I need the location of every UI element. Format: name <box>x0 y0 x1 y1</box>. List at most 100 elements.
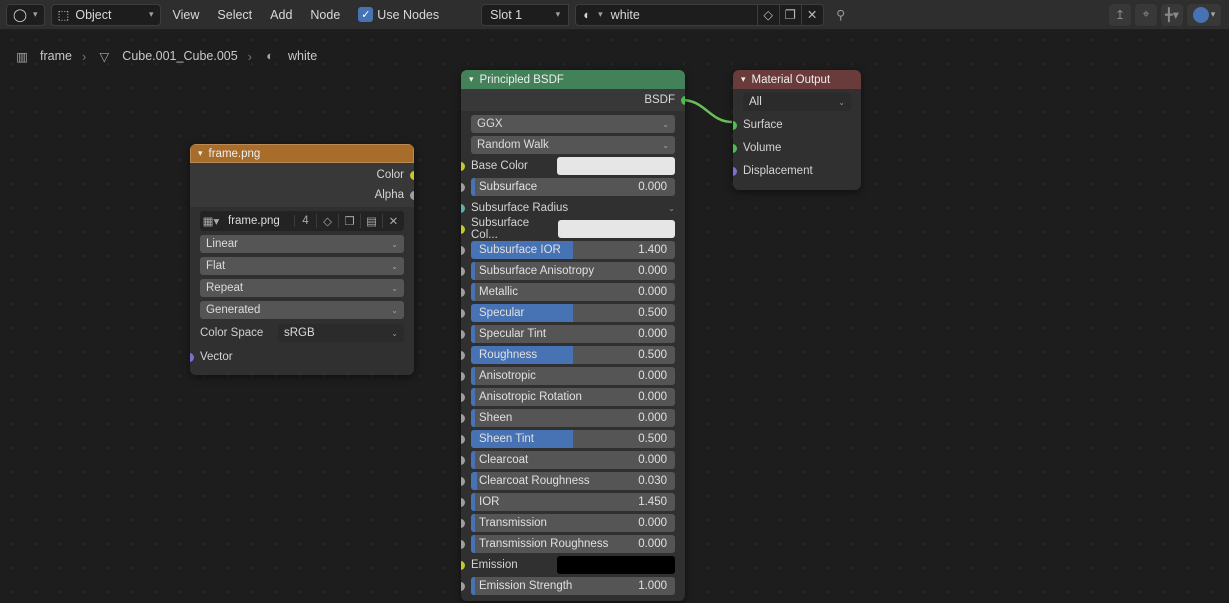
slider[interactable]: Roughness0.500 <box>471 346 675 364</box>
socket-subsurface-anisotropy[interactable]: Subsurface Anisotropy0.000 <box>471 262 675 280</box>
socket-emission-strength[interactable]: Emission Strength1.000 <box>471 577 675 595</box>
socket-sheen[interactable]: Sheen0.000 <box>471 409 675 427</box>
socket-dot[interactable] <box>461 162 465 171</box>
collapse-toggle-icon[interactable]: ▾ <box>469 74 474 85</box>
socket-dot[interactable] <box>461 309 465 318</box>
editor-type-dropdown[interactable]: ◯ ▾ <box>6 4 45 26</box>
socket-roughness[interactable]: Roughness0.500 <box>471 346 675 364</box>
image-users-count[interactable]: 4 <box>294 215 316 227</box>
socket-dot[interactable] <box>461 372 465 381</box>
socket-dot[interactable] <box>461 540 465 549</box>
projection-dropdown[interactable]: Flat⌄ <box>200 257 404 275</box>
color-swatch[interactable] <box>557 556 675 574</box>
sss-method-dropdown[interactable]: Random Walk⌄ <box>471 136 675 154</box>
socket-dot[interactable] <box>681 96 685 105</box>
duplicate-icon[interactable]: ❐ <box>779 4 801 26</box>
socket-emission[interactable]: Emission <box>471 556 675 574</box>
socket-out-alpha[interactable]: Alpha <box>190 185 414 205</box>
socket-transmission-roughness[interactable]: Transmission Roughness0.000 <box>471 535 675 553</box>
target-dropdown[interactable]: All⌄ <box>743 93 851 111</box>
collapse-toggle-icon[interactable]: ▾ <box>198 148 203 159</box>
socket-specular-tint[interactable]: Specular Tint0.000 <box>471 325 675 343</box>
new-image-icon[interactable]: ❐ <box>338 214 360 228</box>
socket-dot[interactable] <box>461 519 465 528</box>
socket-specular[interactable]: Specular0.500 <box>471 304 675 322</box>
socket-dot[interactable] <box>733 167 737 176</box>
unlink-image-icon[interactable]: ✕ <box>382 214 404 228</box>
parent-node-tree-button[interactable]: ↥ <box>1109 4 1131 26</box>
slider[interactable]: Emission Strength1.000 <box>471 577 675 595</box>
interaction-mode-dropdown[interactable]: ⬚ Object ▾ <box>51 4 161 26</box>
socket-dot[interactable] <box>190 353 194 362</box>
socket-dot[interactable] <box>461 225 465 234</box>
socket-subsurface-radius[interactable]: Subsurface Radius ⌄ <box>471 199 675 217</box>
pin-icon[interactable]: ⚲ <box>830 7 852 22</box>
image-name[interactable]: frame.png <box>222 215 294 227</box>
socket-dot[interactable] <box>461 246 465 255</box>
slider[interactable]: Subsurface IOR1.400 <box>471 241 675 259</box>
node-image-texture[interactable]: ▾ frame.png Color Alpha ▦▾ frame.png 4 ◇… <box>190 144 414 375</box>
unlink-icon[interactable]: ✕ <box>801 4 823 26</box>
breadcrumb-mesh[interactable]: Cube.001_Cube.005 <box>122 49 237 63</box>
socket-dot[interactable] <box>461 351 465 360</box>
socket-sheen-tint[interactable]: Sheen Tint0.500 <box>471 430 675 448</box>
breadcrumb-material[interactable]: white <box>288 49 317 63</box>
socket-dot[interactable] <box>461 582 465 591</box>
socket-dot[interactable] <box>461 456 465 465</box>
source-dropdown[interactable]: Generated⌄ <box>200 301 404 319</box>
socket-in-displacement[interactable]: Displacement <box>743 162 851 180</box>
socket-dot[interactable] <box>733 144 737 153</box>
socket-in-vector[interactable]: Vector <box>200 347 404 367</box>
socket-subsurface[interactable]: Subsurface0.000 <box>471 178 675 196</box>
node-material-output[interactable]: ▾ Material Output All⌄ Surface Volume Di… <box>733 70 861 190</box>
socket-dot[interactable] <box>410 191 414 200</box>
socket-dot[interactable] <box>461 393 465 402</box>
socket-dot[interactable] <box>461 498 465 507</box>
overlay-toggle[interactable]: ▾ <box>1187 4 1221 26</box>
slider[interactable]: Anisotropic0.000 <box>471 367 675 385</box>
socket-anisotropic[interactable]: Anisotropic0.000 <box>471 367 675 385</box>
socket-dot[interactable] <box>733 121 737 130</box>
node-header[interactable]: ▾ Material Output <box>733 70 861 89</box>
fake-user-icon[interactable]: ◇ <box>316 214 338 228</box>
socket-metallic[interactable]: Metallic0.000 <box>471 283 675 301</box>
socket-dot[interactable] <box>461 561 465 570</box>
material-field[interactable]: ◐ ▾ white ◇ ❐ ✕ <box>575 4 824 26</box>
use-nodes-toggle[interactable]: ✓ Use Nodes <box>352 7 445 22</box>
image-browse-icon[interactable]: ▦▾ <box>200 214 222 228</box>
slider[interactable]: Specular0.500 <box>471 304 675 322</box>
slider[interactable]: Transmission0.000 <box>471 514 675 532</box>
color-swatch[interactable] <box>558 220 675 238</box>
menu-node[interactable]: Node <box>304 8 346 22</box>
slider[interactable]: Metallic0.000 <box>471 283 675 301</box>
material-slot-dropdown[interactable]: Slot 1 ▾ <box>481 4 569 26</box>
slider[interactable]: Transmission Roughness0.000 <box>471 535 675 553</box>
socket-dot[interactable] <box>410 171 414 180</box>
menu-view[interactable]: View <box>167 8 206 22</box>
socket-out-color[interactable]: Color <box>190 165 414 185</box>
socket-dot[interactable] <box>461 330 465 339</box>
slider[interactable]: Clearcoat0.000 <box>471 451 675 469</box>
snap-options[interactable]: ╋▾ <box>1161 4 1183 26</box>
slider[interactable]: Subsurface0.000 <box>471 178 675 196</box>
image-datablock-field[interactable]: ▦▾ frame.png 4 ◇ ❐ ▤ ✕ <box>200 211 404 231</box>
slider[interactable]: Anisotropic Rotation0.000 <box>471 388 675 406</box>
slider[interactable]: Sheen Tint0.500 <box>471 430 675 448</box>
socket-subsurface-color[interactable]: Subsurface Col... <box>471 220 675 238</box>
menu-select[interactable]: Select <box>211 8 258 22</box>
extension-dropdown[interactable]: Repeat⌄ <box>200 279 404 297</box>
socket-dot[interactable] <box>461 204 465 213</box>
collapse-toggle-icon[interactable]: ▾ <box>741 74 746 85</box>
snap-toggle[interactable]: ⌖ <box>1135 4 1157 26</box>
socket-in-volume[interactable]: Volume <box>743 139 851 157</box>
slider[interactable]: Sheen0.000 <box>471 409 675 427</box>
socket-in-surface[interactable]: Surface <box>743 116 851 134</box>
socket-clearcoat-roughness[interactable]: Clearcoat Roughness0.030 <box>471 472 675 490</box>
node-header[interactable]: ▾ frame.png <box>190 144 414 163</box>
slider[interactable]: Clearcoat Roughness0.030 <box>471 472 675 490</box>
interpolation-dropdown[interactable]: Linear⌄ <box>200 235 404 253</box>
slider[interactable]: Subsurface Anisotropy0.000 <box>471 262 675 280</box>
distribution-dropdown[interactable]: GGX⌄ <box>471 115 675 133</box>
socket-dot[interactable] <box>461 288 465 297</box>
node-principled-bsdf[interactable]: ▾ Principled BSDF BSDF GGX⌄ Random Walk⌄… <box>461 70 685 601</box>
